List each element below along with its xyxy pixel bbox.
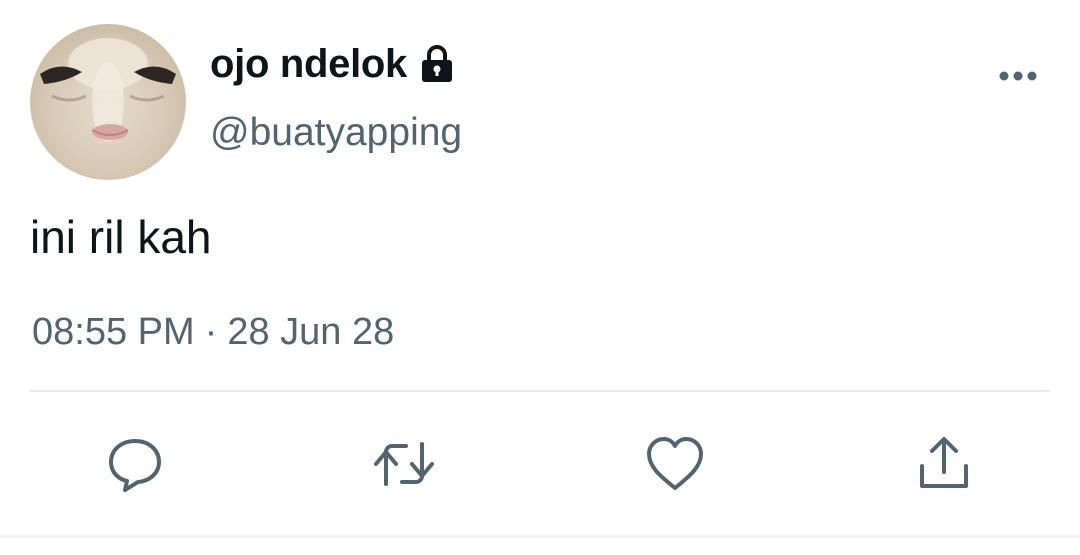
bottom-divider: [0, 535, 1080, 538]
like-button[interactable]: [643, 432, 707, 496]
more-options-button[interactable]: [990, 58, 1046, 94]
tweet-timestamp[interactable]: 08:55 PM · 28 Jun 28: [32, 310, 394, 356]
retweet-icon: [374, 442, 434, 486]
tweet-time: 08:55 PM: [32, 311, 195, 353]
share-button[interactable]: [912, 432, 976, 496]
more-dots-icon: [999, 71, 1037, 81]
comment-icon: [109, 439, 161, 492]
share-icon: [920, 437, 968, 488]
divider: [30, 390, 1050, 392]
retweet-button[interactable]: [372, 432, 436, 496]
display-name-row: ojo ndelok: [210, 40, 459, 88]
heart-icon: [647, 437, 703, 490]
avatar[interactable]: [30, 24, 186, 180]
reply-button[interactable]: [103, 432, 167, 496]
tweet-text: ini ril kah: [30, 211, 212, 263]
avatar-image: [30, 24, 186, 180]
display-name[interactable]: ojo ndelok: [210, 40, 407, 88]
meta-separator: ·: [204, 311, 218, 353]
tweet-date: 28 Jun 28: [227, 311, 395, 353]
tweet-card: ojo ndelok @buatyapping ini ril kah 08:5…: [0, 0, 1080, 555]
lock-icon: [422, 45, 453, 82]
user-handle[interactable]: @buatyapping: [210, 110, 462, 157]
